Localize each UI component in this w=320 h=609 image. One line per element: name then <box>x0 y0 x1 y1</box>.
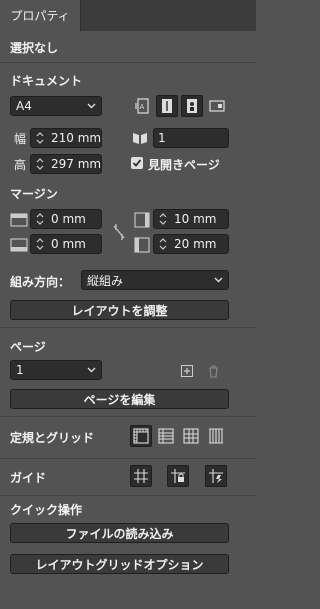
chevron-down-icon <box>214 277 223 283</box>
stepper-icon[interactable] <box>33 235 47 253</box>
layout-grid-icon[interactable] <box>205 425 227 447</box>
ruler-grid-header: 定規とグリッド <box>10 431 95 445</box>
svg-text:A: A <box>140 103 145 111</box>
margin-outside-icon <box>133 236 151 254</box>
divider <box>0 458 256 459</box>
layout-grid-options-label: レイアウトグリッドオプション <box>35 557 204 572</box>
pages-icon <box>131 129 149 147</box>
margin-top-field[interactable]: 0 mm <box>30 209 102 229</box>
height-label: 高 <box>14 158 27 172</box>
properties-panel: 選択なし ドキュメント A4 A 幅 210 mm 1 高 297 mm 見開き… <box>0 31 256 609</box>
lock-guides-icon[interactable] <box>167 465 189 487</box>
portrait-left-icon[interactable]: A <box>131 95 153 117</box>
width-value: 210 mm <box>50 131 101 145</box>
width-field[interactable]: 210 mm <box>30 128 102 148</box>
page-select-dropdown[interactable]: 1 <box>10 360 102 380</box>
divider <box>0 327 256 328</box>
page-size-value: A4 <box>16 99 32 113</box>
margin-bottom-icon <box>10 236 28 254</box>
guides-header: ガイド <box>10 471 47 485</box>
margin-inside-field[interactable]: 10 mm <box>153 209 229 229</box>
page-select-value: 1 <box>16 363 24 377</box>
checkmark-icon <box>132 159 142 167</box>
portrait-orientation-icon[interactable] <box>181 95 203 117</box>
divider <box>0 62 256 63</box>
margin-inside-value: 10 mm <box>174 212 217 226</box>
stepper-icon[interactable] <box>33 155 47 173</box>
facing-pages-label: 見開きページ <box>148 158 220 172</box>
add-page-icon[interactable] <box>180 364 194 378</box>
stepper-icon[interactable] <box>33 210 47 228</box>
page-binding-icon[interactable] <box>156 95 178 117</box>
quick-actions-header: クイック操作 <box>10 503 83 517</box>
divider <box>0 495 256 496</box>
margin-top-value: 0 mm <box>51 212 86 226</box>
import-file-label: ファイルの読み込み <box>65 526 174 541</box>
selection-status: 選択なし <box>10 41 59 55</box>
layout-grid-options-button[interactable]: レイアウトグリッドオプション <box>10 554 229 574</box>
chevron-down-icon <box>87 367 96 373</box>
page-size-dropdown[interactable]: A4 <box>10 96 102 116</box>
margin-outside-value: 20 mm <box>174 237 217 251</box>
show-guides-icon[interactable] <box>130 465 152 487</box>
margin-inside-icon <box>133 211 151 229</box>
text-direction-label: 組み方向： <box>10 275 71 289</box>
facing-pages-checkbox[interactable] <box>131 157 143 169</box>
ruler-icon[interactable] <box>130 425 152 447</box>
edit-page-button[interactable]: ページを編集 <box>10 389 229 409</box>
pages-header: ページ <box>10 340 46 354</box>
document-grid-icon[interactable] <box>180 425 202 447</box>
width-label: 幅 <box>14 132 27 146</box>
height-value: 297 mm <box>50 157 101 171</box>
adjust-layout-button[interactable]: レイアウトを調整 <box>10 300 229 320</box>
edit-page-label: ページを編集 <box>83 392 156 407</box>
import-file-button[interactable]: ファイルの読み込み <box>10 523 229 543</box>
document-header: ドキュメント <box>10 74 83 88</box>
stepper-icon[interactable] <box>33 129 47 147</box>
smart-guides-icon[interactable] <box>205 465 227 487</box>
margin-bottom-value: 0 mm <box>51 237 86 251</box>
link-margins-icon[interactable] <box>110 221 128 243</box>
margin-bottom-field[interactable]: 0 mm <box>30 234 102 254</box>
landscape-orientation-icon[interactable] <box>206 95 228 117</box>
margins-header: マージン <box>10 187 58 201</box>
tab-properties[interactable]: プロパティ <box>0 0 81 31</box>
tab-properties-label: プロパティ <box>10 9 70 23</box>
divider <box>0 416 256 417</box>
stepper-icon[interactable] <box>156 210 170 228</box>
margin-top-icon <box>10 211 28 229</box>
page-count-value: 1 <box>158 131 166 145</box>
stepper-icon[interactable] <box>156 235 170 253</box>
chevron-down-icon <box>87 103 96 109</box>
margin-outside-field[interactable]: 20 mm <box>153 234 229 254</box>
text-direction-value: 縦組み <box>87 273 124 288</box>
height-field[interactable]: 297 mm <box>30 154 102 174</box>
trash-icon[interactable] <box>206 363 220 379</box>
panel-tabbar: プロパティ <box>0 0 256 31</box>
adjust-layout-label: レイアウトを調整 <box>71 303 168 318</box>
page-count-field[interactable]: 1 <box>153 128 229 148</box>
baseline-grid-icon[interactable] <box>155 425 177 447</box>
text-direction-dropdown[interactable]: 縦組み <box>81 270 229 290</box>
